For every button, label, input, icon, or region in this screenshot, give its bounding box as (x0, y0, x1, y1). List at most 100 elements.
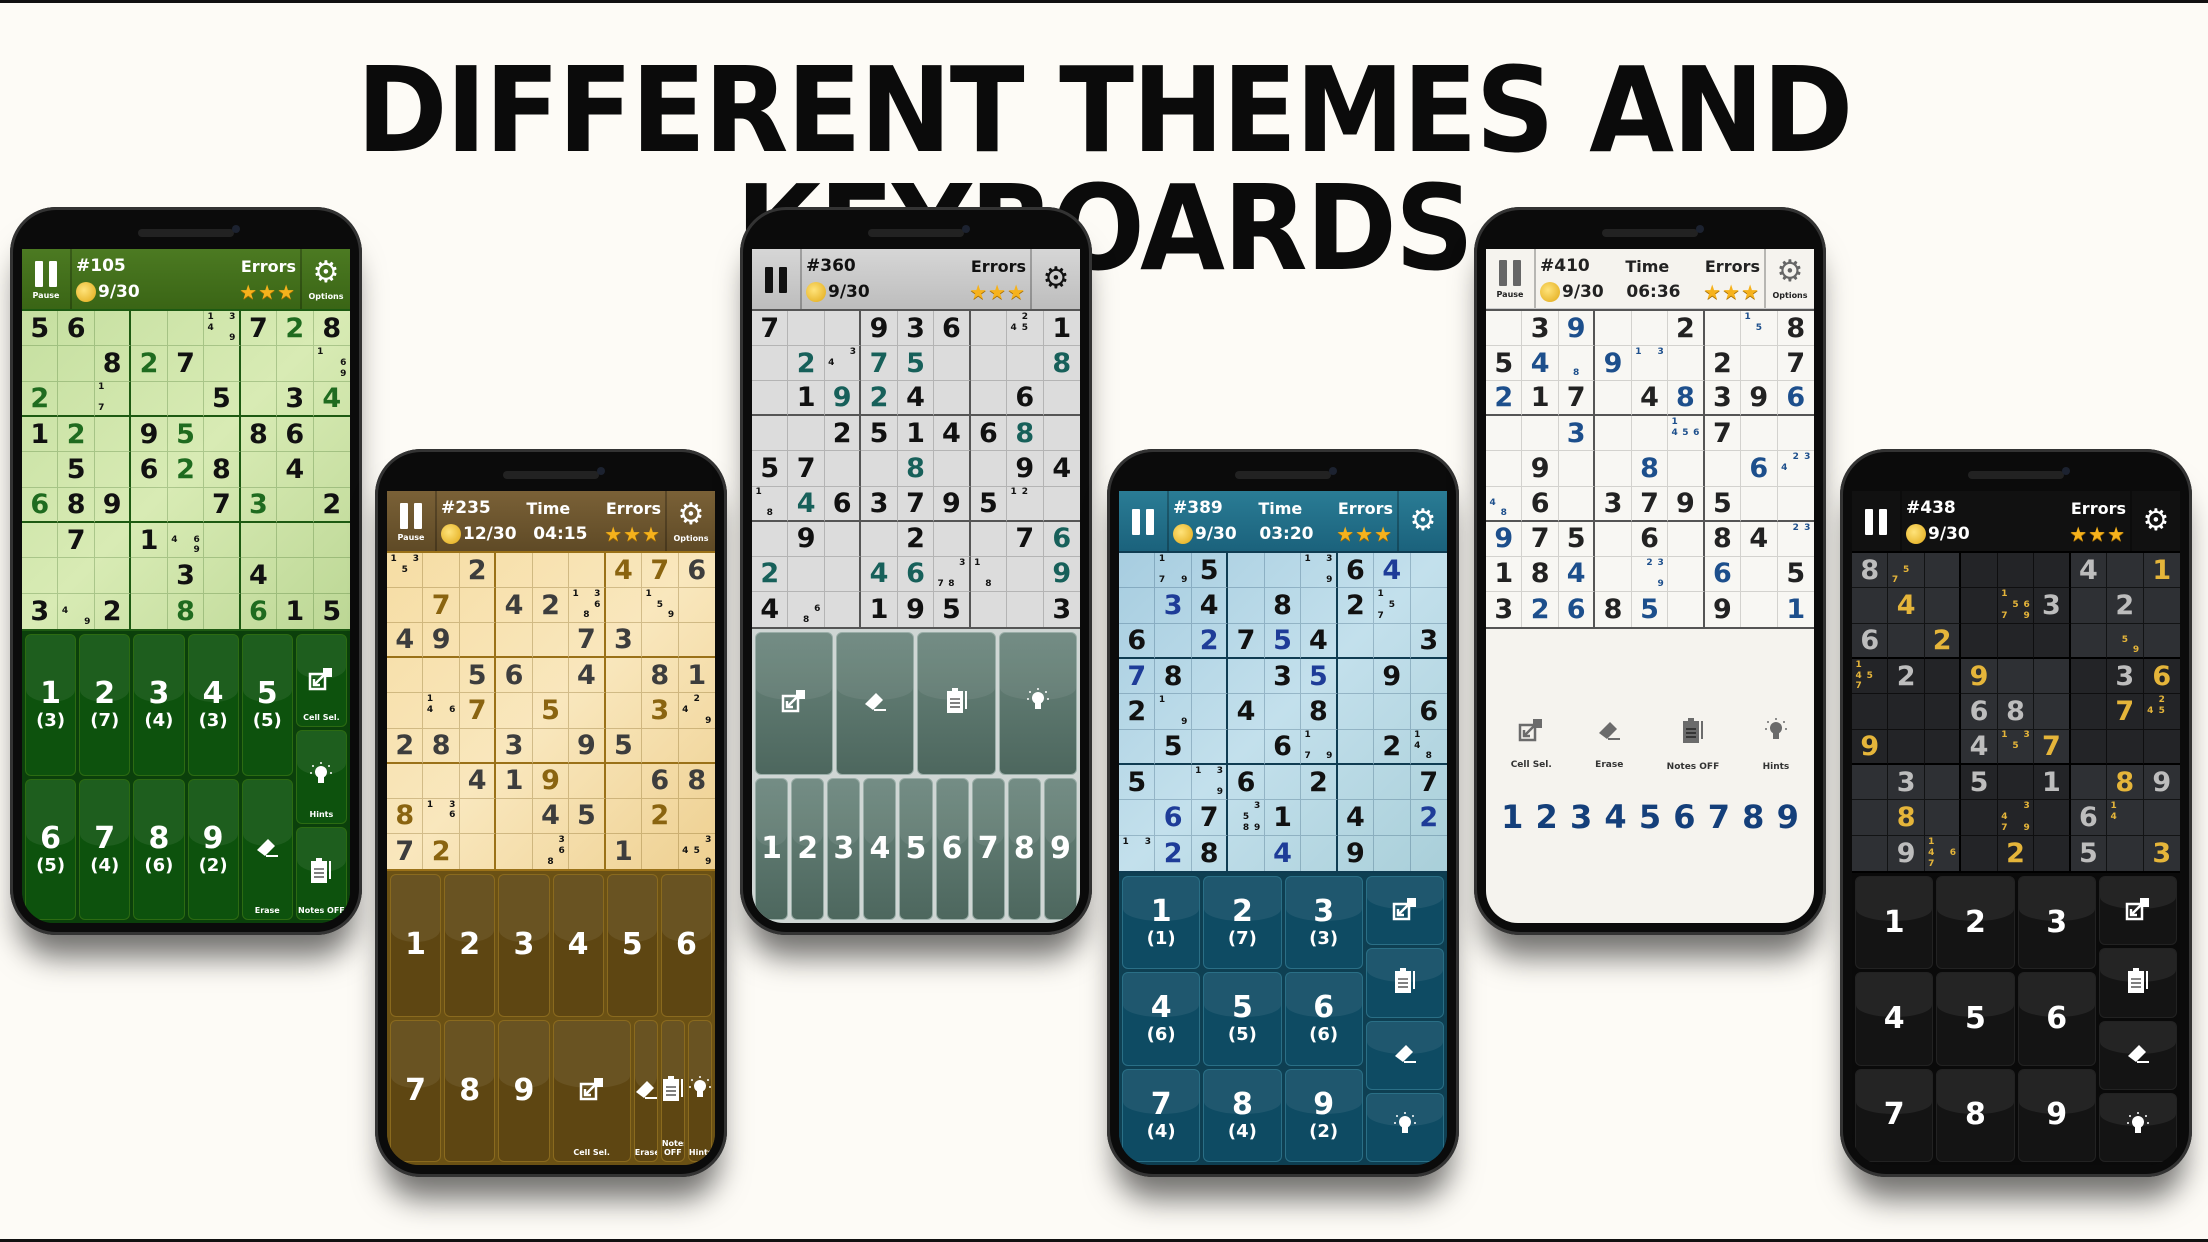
key-notes[interactable] (1365, 948, 1444, 1018)
sudoku-cell-empty[interactable] (1997, 764, 2035, 801)
sudoku-cell-empty[interactable] (642, 833, 679, 869)
sudoku-cell-given[interactable]: 7 (1631, 486, 1669, 522)
digit-key-3[interactable]: 3 (498, 874, 550, 1017)
sudoku-cell-empty[interactable] (277, 558, 314, 594)
sudoku-cell-given[interactable]: 9 (1705, 591, 1742, 627)
sudoku-cell-given[interactable]: 9 (423, 623, 460, 659)
sudoku-cell-empty[interactable] (1741, 346, 1778, 382)
sudoku-cell-user[interactable]: 9 (532, 763, 570, 799)
sudoku-cell-empty[interactable] (1337, 694, 1375, 730)
sudoku-cell-user[interactable]: 2 (277, 311, 314, 347)
sudoku-cell-empty[interactable] (2143, 800, 2180, 836)
sudoku-cell-given[interactable]: 4 (1043, 451, 1080, 487)
sudoku-cell-user[interactable]: 8 (1043, 346, 1080, 382)
sudoku-cell-given[interactable]: 6 (1119, 623, 1156, 659)
sudoku-cell-user[interactable]: 6 (1155, 800, 1192, 836)
sudoku-cell-empty[interactable] (2070, 764, 2108, 801)
sudoku-cell-empty[interactable] (1374, 623, 1411, 659)
digit-key-6[interactable]: 6 (935, 777, 969, 920)
sudoku-cell-user[interactable]: 2 (1191, 623, 1229, 659)
digit-key-8[interactable]: 8 (1936, 1068, 2015, 1162)
sudoku-cell-given[interactable]: 8 (678, 764, 715, 799)
sudoku-cell-notes[interactable]: 1 3 9 (1191, 764, 1229, 801)
sudoku-cell-notes[interactable]: 368 (533, 833, 570, 869)
sudoku-cell-empty[interactable] (824, 556, 862, 592)
digit-key-6[interactable]: 6 (1673, 798, 1695, 836)
sudoku-cell-empty[interactable] (752, 346, 789, 382)
sudoku-cell-empty[interactable] (1924, 658, 1962, 695)
sudoku-cell-empty[interactable] (861, 451, 898, 487)
sudoku-cell-given[interactable]: 9 (861, 311, 898, 347)
sudoku-cell-user[interactable]: 9 (1558, 311, 1596, 347)
digit-key-5[interactable]: 5 (1936, 972, 2015, 1066)
sudoku-cell-empty[interactable] (2034, 835, 2071, 871)
sudoku-cell-given[interactable]: 6 (131, 452, 168, 488)
sudoku-cell-notes[interactable]: 57 (1888, 553, 1925, 589)
sudoku-cell-empty[interactable] (934, 346, 971, 382)
sudoku-cell-given[interactable]: 3 (861, 486, 898, 522)
options-button[interactable]: ⚙ (1399, 491, 1447, 551)
sudoku-cell-given[interactable]: 4 (1741, 521, 1778, 557)
sudoku-cell-empty[interactable] (1631, 311, 1669, 347)
sudoku-cell-user[interactable]: 9 (824, 381, 862, 417)
sudoku-cell-notes[interactable]: 1456 (1668, 416, 1705, 452)
sudoku-cell-user[interactable]: 9 (1852, 729, 1889, 765)
sudoku-cell-user[interactable]: 6 (1704, 556, 1742, 592)
sudoku-cell-empty[interactable] (1668, 556, 1705, 592)
sudoku-cell-notes[interactable]: 59 (2107, 623, 2144, 659)
sudoku-cell-given[interactable]: 5 (1191, 553, 1229, 589)
sudoku-cell-empty[interactable] (1777, 487, 1814, 522)
sudoku-cell-user[interactable]: 8 (1888, 800, 1925, 836)
key-notes[interactable]: Notes OFF (660, 1019, 685, 1162)
sudoku-cell-empty[interactable] (788, 311, 825, 347)
digit-key-6[interactable]: 6 (2017, 972, 2096, 1066)
sudoku-cell-user[interactable]: 9 (1961, 658, 1998, 695)
sudoku-cell-empty[interactable] (1191, 658, 1229, 695)
sudoku-cell-notes[interactable]: 3 78 (934, 556, 971, 592)
sudoku-cell-given[interactable]: 3 (496, 728, 533, 764)
sudoku-cell-user[interactable]: 6 (241, 593, 278, 629)
sudoku-cell-given[interactable]: 4 (277, 452, 314, 488)
sudoku-cell-empty[interactable] (605, 658, 643, 694)
sudoku-cell-empty[interactable] (1741, 591, 1778, 627)
sudoku-cell-empty[interactable] (752, 416, 789, 452)
sudoku-cell-given[interactable]: 9 (94, 487, 132, 523)
sudoku-cell-given[interactable]: 1 (496, 763, 533, 799)
sudoku-cell-user[interactable]: 5 (532, 693, 570, 729)
sudoku-cell-empty[interactable] (423, 553, 460, 589)
pause-button[interactable]: Pause (387, 491, 435, 551)
sudoku-cell-empty[interactable] (642, 728, 679, 764)
digit-key-7[interactable]: 7 (4) (79, 778, 131, 920)
sudoku-cell-notes[interactable]: 1 7 9 (1155, 553, 1192, 589)
sudoku-cell-empty[interactable] (496, 693, 533, 729)
digit-key-9[interactable]: 9 (2) (187, 778, 239, 920)
sudoku-cell-empty[interactable] (1337, 658, 1375, 695)
sudoku-cell-empty[interactable] (2107, 553, 2144, 589)
key-hints[interactable]: Hints (1763, 717, 1789, 772)
sudoku-cell-user[interactable]: 8 (168, 593, 205, 629)
sudoku-cell-given[interactable]: 8 (1997, 694, 2035, 730)
sudoku-cell-empty[interactable] (1741, 486, 1778, 522)
sudoku-cell-empty[interactable] (204, 522, 241, 559)
sudoku-cell-empty[interactable] (605, 588, 643, 624)
sudoku-cell-user[interactable]: 9 (1486, 521, 1523, 557)
sudoku-cell-empty[interactable] (204, 346, 241, 382)
sudoku-cell-given[interactable]: 7 (569, 623, 606, 659)
sudoku-cell-given[interactable]: 2 (1668, 311, 1705, 347)
digit-key-3[interactable]: 3 (3) (1284, 876, 1363, 970)
digit-key-6[interactable]: 6 (6) (1284, 972, 1363, 1066)
sudoku-cell-empty[interactable] (1264, 694, 1302, 730)
sudoku-cell-empty[interactable] (569, 553, 606, 589)
sudoku-cell-given[interactable]: 4 (569, 658, 606, 694)
sudoku-cell-empty[interactable] (1741, 416, 1778, 452)
sudoku-cell-empty[interactable] (678, 799, 715, 834)
sudoku-cell-empty[interactable] (2070, 694, 2108, 730)
sudoku-cell-given[interactable]: 3 (1704, 381, 1742, 417)
sudoku-cell-given[interactable]: 7 (788, 451, 825, 487)
digit-key-7[interactable]: 7 (1855, 1068, 1934, 1162)
sudoku-cell-given[interactable]: 3 (1595, 486, 1632, 522)
sudoku-cell-user[interactable]: 5 (1632, 591, 1669, 627)
sudoku-cell-given[interactable]: 5 (58, 452, 95, 488)
sudoku-cell-empty[interactable] (1191, 729, 1229, 765)
sudoku-cell-user[interactable]: 4 (313, 382, 350, 417)
